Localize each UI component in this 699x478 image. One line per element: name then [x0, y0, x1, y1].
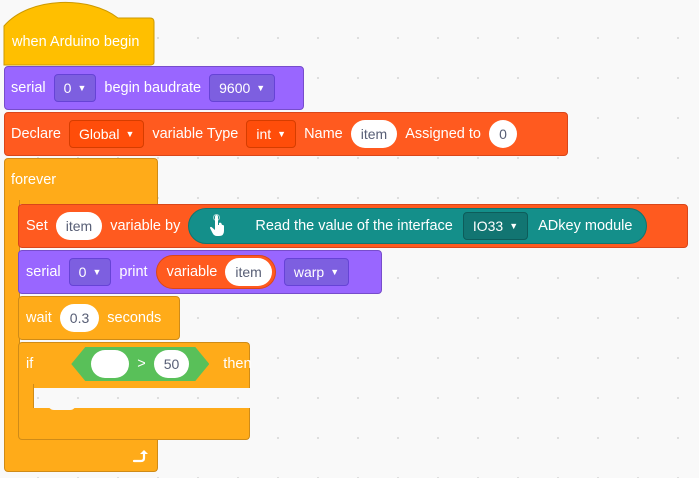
hat-label: when Arduino begin — [12, 34, 140, 50]
assigned-to-label: Assigned to — [405, 126, 481, 142]
caret-down-icon: ▼ — [256, 83, 266, 93]
wait-seconds-input[interactable]: 0.3 — [59, 304, 100, 332]
scope-dropdown[interactable]: Global ▼ — [68, 120, 145, 148]
wait-label: wait — [26, 310, 52, 326]
touch-hand-icon — [199, 212, 235, 240]
caret-down-icon: ▼ — [509, 221, 519, 231]
pin-dropdown[interactable]: IO33 ▼ — [462, 212, 529, 240]
variable-reporter-name[interactable]: item — [225, 258, 272, 286]
if-empty-slot-notch — [48, 396, 76, 410]
adkey-module-label: ADkey module — [538, 218, 633, 234]
set-variable-name[interactable]: item — [55, 212, 103, 240]
variable-reporter-label: variable — [166, 264, 218, 280]
variable-name-input[interactable]: item — [350, 120, 398, 148]
initial-value-input[interactable]: 0 — [488, 120, 517, 148]
serial-port-dropdown[interactable]: 0 ▼ — [53, 74, 97, 102]
seconds-label: seconds — [107, 310, 162, 326]
loop-arrow-icon — [132, 450, 148, 463]
set-label: Set — [26, 218, 48, 234]
right-operand-input[interactable]: 50 — [154, 350, 190, 378]
baudrate-dropdown[interactable]: 9600 ▼ — [209, 74, 276, 102]
forever-label: forever — [11, 172, 57, 188]
serial-port-dropdown[interactable]: 0 ▼ — [68, 258, 112, 286]
serial-label: serial — [11, 80, 46, 96]
caret-down-icon: ▼ — [77, 83, 87, 93]
variable-by-label: variable by — [110, 218, 181, 234]
print-mode-dropdown[interactable]: warp ▼ — [283, 258, 350, 286]
then-label: then — [223, 356, 252, 372]
caret-down-icon: ▼ — [92, 267, 102, 277]
operator-symbol: > — [137, 356, 146, 372]
caret-down-icon: ▼ — [125, 129, 135, 139]
adkey-reporter-block[interactable]: Read the value of the interface IO33 ▼ AD… — [188, 208, 648, 244]
serial-label: serial — [26, 264, 61, 280]
name-label: Name — [304, 126, 343, 142]
variable-reporter-block[interactable]: variable item — [155, 255, 276, 289]
if-label: if — [26, 356, 34, 372]
type-dropdown[interactable]: int ▼ — [246, 120, 297, 148]
greater-than-operator[interactable]: > 50 — [71, 347, 209, 381]
declare-label: Declare — [11, 126, 61, 142]
variable-type-label: variable Type — [152, 126, 239, 142]
read-interface-label: Read the value of the interface — [255, 218, 453, 234]
caret-down-icon: ▼ — [277, 129, 287, 139]
caret-down-icon: ▼ — [330, 267, 340, 277]
if-footer — [18, 408, 250, 440]
begin-baudrate-label: begin baudrate — [104, 80, 202, 96]
print-label: print — [119, 264, 148, 280]
left-operand-slot[interactable] — [91, 350, 129, 378]
